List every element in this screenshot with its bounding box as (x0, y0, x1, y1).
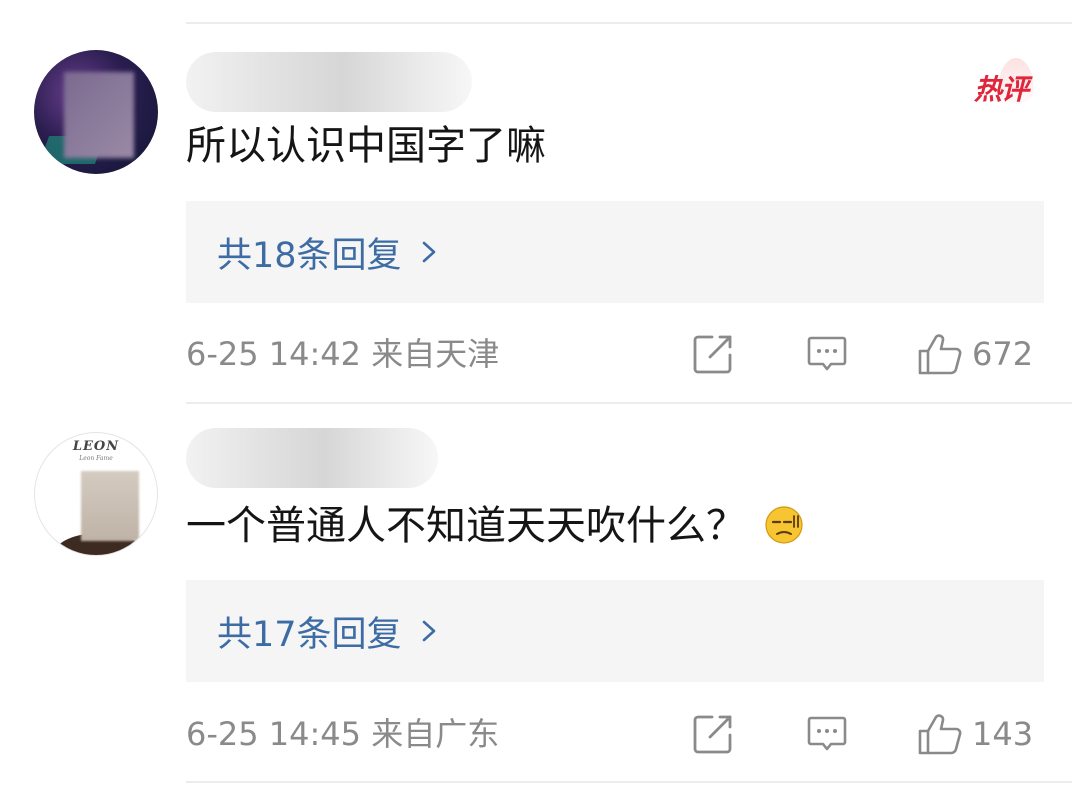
share-square-icon (693, 335, 732, 374)
avatar-blur-mask (81, 471, 139, 541)
like-button[interactable]: 672 (917, 333, 1044, 375)
avatar-blur-mask (64, 72, 134, 158)
time-location: 6-25 14:42 来自天津 (186, 335, 500, 373)
share-button[interactable] (692, 333, 734, 375)
comment-meta: 6-25 14:45 来自广东 143 (186, 711, 1044, 757)
share-square-icon (693, 715, 732, 754)
reply-count-label: 共18条回复 (217, 235, 402, 276)
comment-bubble-icon (807, 336, 847, 371)
chevron-right-icon (422, 620, 435, 642)
username-blurred[interactable] (186, 428, 438, 488)
emoji-smirk-icon (765, 506, 803, 544)
comment-button[interactable] (806, 713, 848, 755)
avatar[interactable] (34, 50, 158, 174)
hot-badge-label: 热评 (973, 73, 1029, 106)
comment-text: 所以认识中国字了嘛 (186, 123, 546, 169)
view-replies-button[interactable]: 共17条回复 (186, 580, 1044, 682)
thumbs-up-icon (918, 714, 962, 755)
like-count: 672 (972, 335, 1034, 373)
share-button[interactable] (692, 713, 734, 755)
thumbs-up-icon (918, 334, 962, 375)
comment-text-content: 一个普通人不知道天天吹什么？ (186, 503, 746, 549)
hot-comment-badge: 热评 (954, 58, 1034, 108)
avatar[interactable]: LEON Leon Fame (34, 432, 158, 556)
bottom-divider (186, 781, 1072, 783)
like-button[interactable]: 143 (917, 713, 1044, 755)
avatar-logo-subtext: Leon Fame (79, 455, 113, 462)
comment-divider (186, 402, 1072, 404)
top-divider (186, 22, 1072, 24)
comment-button[interactable] (806, 333, 848, 375)
username-blurred[interactable] (186, 52, 472, 112)
reply-count-label: 共17条回复 (217, 614, 402, 655)
like-count: 143 (972, 715, 1034, 753)
comment-meta: 6-25 14:42 来自天津 672 (186, 331, 1044, 377)
avatar-logo-text: LEON (72, 439, 120, 454)
comment-text: 一个普通人不知道天天吹什么？ (186, 502, 804, 550)
chevron-right-icon (422, 241, 435, 263)
view-replies-button[interactable]: 共18条回复 (186, 201, 1044, 303)
comment-bubble-icon (807, 716, 847, 751)
time-location: 6-25 14:45 来自广东 (186, 715, 500, 753)
